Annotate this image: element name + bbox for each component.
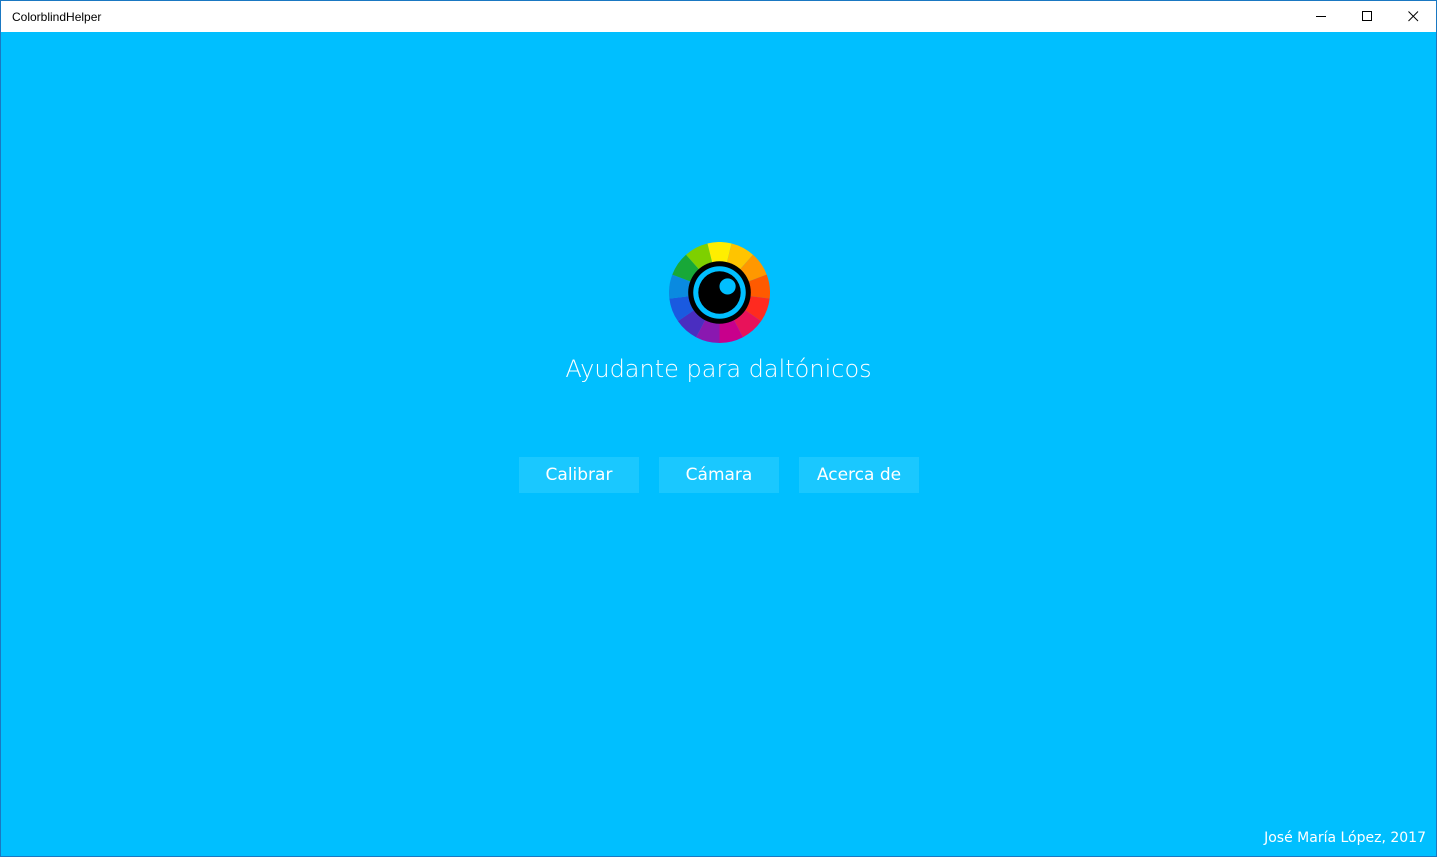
app-window: ColorblindHelper Ayudante para daltónico… [0,0,1437,857]
minimize-icon [1315,16,1326,17]
close-button[interactable] [1390,1,1436,32]
main-content: Ayudante para daltónicos Calibrar Cámara… [1,32,1436,856]
maximize-button[interactable] [1344,1,1390,32]
color-wheel-eye-icon [669,242,770,343]
calibrar-button[interactable]: Calibrar [519,457,639,493]
acerca-de-button[interactable]: Acerca de [799,457,919,493]
title-bar[interactable]: ColorblindHelper [1,1,1436,32]
camara-button[interactable]: Cámara [659,457,779,493]
window-controls [1298,1,1436,32]
app-headline: Ayudante para daltónicos [565,355,872,383]
minimize-button[interactable] [1298,1,1344,32]
maximize-icon [1361,11,1372,21]
footer-credit: José María López, 2017 [1264,830,1426,846]
close-icon [1407,11,1418,22]
window-title: ColorblindHelper [12,9,102,24]
